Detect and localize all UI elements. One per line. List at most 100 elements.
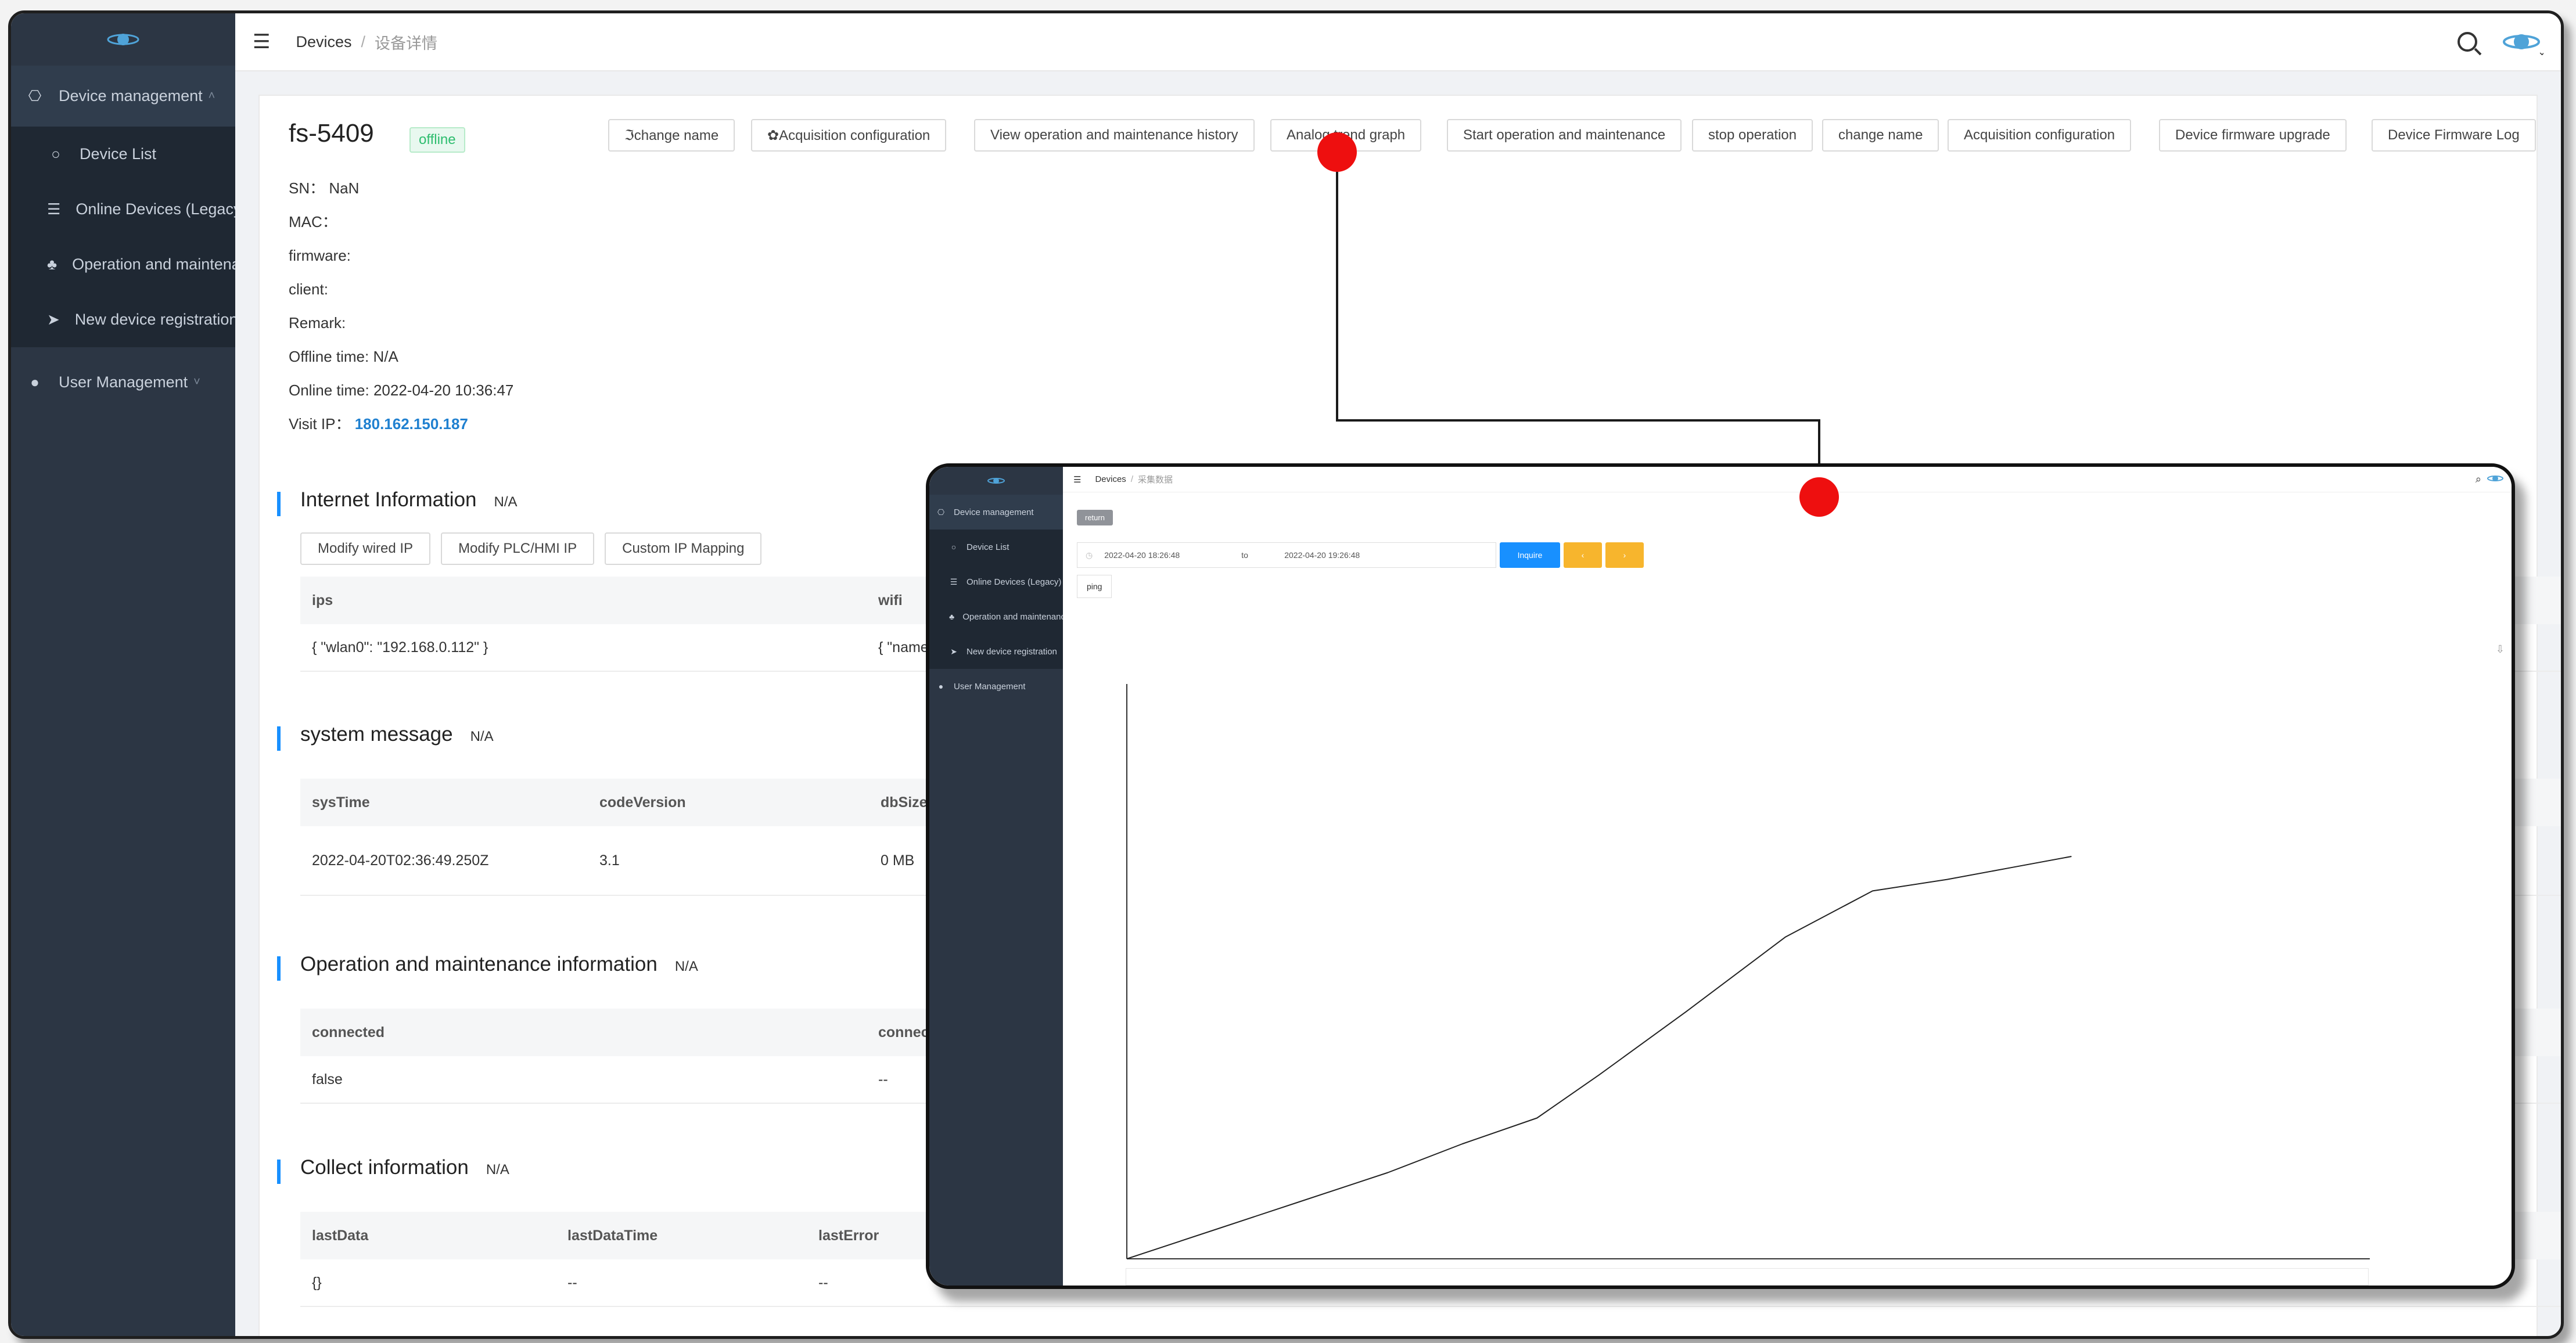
inset-sidebar-item-operation-maintenance[interactable]: ♣ Operation and maintenance xyxy=(929,599,1063,634)
app-logo[interactable] xyxy=(11,13,235,66)
gear-icon: ⎔ xyxy=(28,87,42,105)
inset-sidebar-group-device-management[interactable]: ⎔ Device management xyxy=(929,495,1063,530)
inset-sidebar-item-label: Device List xyxy=(967,542,1009,552)
avatar[interactable]: ⌄ xyxy=(2503,26,2543,57)
inset-sidebar-item-online-devices[interactable]: ☰ Online Devices (Legacy) xyxy=(929,564,1063,599)
column-header: sysTime xyxy=(312,794,370,811)
breadcrumb-current: 设备详情 xyxy=(375,34,438,52)
firmware-upgrade-button[interactable]: Device firmware upgrade xyxy=(2159,119,2347,152)
device-name: fs-5409 xyxy=(289,119,374,147)
column-header: lastError xyxy=(818,1227,879,1244)
annotation-marker-trend-button xyxy=(1317,132,1357,172)
inset-sidebar-group-label: User Management xyxy=(954,681,1026,692)
annotation-connector-horizontal xyxy=(1336,419,1820,422)
top-right-controls: ⌄ xyxy=(2458,26,2543,57)
search-icon[interactable] xyxy=(2458,32,2477,52)
chart-zoom-slider[interactable] xyxy=(1126,1268,2369,1286)
firmware-line: firmware: xyxy=(289,247,351,264)
breadcrumb-separator: / xyxy=(1130,474,1133,484)
section-na: N/A xyxy=(486,1162,509,1178)
inset-breadcrumb-root[interactable]: Devices xyxy=(1095,474,1126,484)
sitemap-icon: ♣ xyxy=(949,612,955,621)
stop-operation-button[interactable]: stop operation xyxy=(1692,119,1813,152)
table-cell: { "wlan0": "192.168.0.112" } xyxy=(312,639,488,656)
sidebar-item-label: New device registration xyxy=(74,311,235,328)
start-maintenance-button[interactable]: Start operation and maintenance xyxy=(1447,119,1682,152)
section-na: N/A xyxy=(674,959,698,974)
section-na: N/A xyxy=(470,729,494,744)
change-name-button[interactable]: ℑchange name xyxy=(608,119,735,152)
table-cell: false xyxy=(312,1071,343,1088)
sidebar-item-label: Operation and maintenance xyxy=(72,255,235,273)
client-line: client: xyxy=(289,280,328,298)
gear-icon: ⎔ xyxy=(937,507,945,517)
sidebar-item-operation-maintenance[interactable]: ♣ Operation and maintenance xyxy=(11,237,235,292)
modify-plc-hmi-ip-button[interactable]: Modify PLC/HMI IP xyxy=(441,532,595,565)
sidebar-group-label: User Management xyxy=(59,373,188,391)
sidebar-item-online-devices[interactable]: ☰ Online Devices (Legacy) xyxy=(11,182,235,237)
sidebar: ⎔ Device management ˄ ○ Device List ☰ On… xyxy=(11,13,235,1336)
trend-series-line xyxy=(1126,856,2072,1259)
offline-time-line: Offline time: N/A xyxy=(289,348,398,365)
sidebar-item-new-device-registration[interactable]: ➤ New device registration xyxy=(11,292,235,347)
chevron-up-icon: ˄ xyxy=(208,89,215,102)
online-time-line: Online time: 2022-04-20 10:36:47 xyxy=(289,381,514,399)
inset-sidebar-item-device-list[interactable]: ○ Device List xyxy=(929,530,1063,564)
change-name-button-2[interactable]: change name xyxy=(1822,119,1939,152)
sidebar-group-user-management[interactable]: ● User Management ˅ xyxy=(11,347,235,417)
top-bar: ☰ Devices / 设备详情 ⌄ xyxy=(235,13,2561,71)
view-maintenance-history-button[interactable]: View operation and maintenance history xyxy=(974,119,1255,152)
circle-icon: ○ xyxy=(51,145,60,163)
firmware-log-button[interactable]: Device Firmware Log xyxy=(2372,119,2536,152)
section-na: N/A xyxy=(494,494,518,510)
svg-text:⌄: ⌄ xyxy=(2538,46,2543,56)
inset-sidebar-group-user-management[interactable]: ● User Management xyxy=(929,669,1063,704)
table-cell: -- xyxy=(567,1274,577,1291)
status-badge: offline xyxy=(409,127,465,153)
inset-sidebar-item-new-device-registration[interactable]: ➤ New device registration xyxy=(929,634,1063,669)
visit-ip-line: Visit IP： 180.162.150.187 xyxy=(289,407,513,441)
menu-toggle-icon[interactable]: ☰ xyxy=(1073,474,1081,485)
list-icon: ☰ xyxy=(47,200,61,218)
menu-toggle-icon[interactable]: ☰ xyxy=(253,30,270,53)
table-cell: 3.1 xyxy=(599,852,620,869)
column-header: lastData xyxy=(312,1227,369,1244)
annotation-connector-vertical xyxy=(1336,172,1338,422)
search-icon[interactable]: ⌕ xyxy=(2476,473,2481,485)
mac-line: MAC： xyxy=(289,213,337,231)
inset-breadcrumb-current: 采集数据 xyxy=(1137,475,1173,485)
sidebar-item-device-list[interactable]: ○ Device List xyxy=(11,127,235,182)
section-title: system message xyxy=(300,723,453,746)
column-header: connected xyxy=(312,1024,385,1040)
send-icon: ➤ xyxy=(47,311,60,328)
remark-line: Remark: xyxy=(289,314,346,332)
device-info: SN： NaN MAC： firmware: client: Remark: O… xyxy=(289,171,513,441)
list-icon: ☰ xyxy=(950,577,958,586)
custom-ip-mapping-button[interactable]: Custom IP Mapping xyxy=(605,532,762,565)
circle-icon: ○ xyxy=(951,542,957,552)
inset-body: return ◷ 2022-04-20 18:26:48 to 2022-04-… xyxy=(1063,492,2512,1286)
visit-ip-link[interactable]: 180.162.150.187 xyxy=(355,415,468,433)
acquisition-configuration-button-2[interactable]: Acquisition configuration xyxy=(1948,119,2132,152)
acquisition-configuration-button[interactable]: ✿Acquisition configuration xyxy=(751,119,947,152)
sidebar-group-label: Device management xyxy=(59,87,203,105)
inset-app-logo[interactable] xyxy=(929,467,1063,495)
trend-chart xyxy=(1126,684,2370,1259)
sitemap-icon: ♣ xyxy=(47,255,58,273)
inset-sidebar: ⎔ Device management ○ Device List ☰ Onli… xyxy=(929,467,1063,1286)
table-cell: {} xyxy=(312,1274,322,1291)
modify-wired-ip-button[interactable]: Modify wired IP xyxy=(300,532,431,565)
table-cell: 2022-04-20T02:36:49.250Z xyxy=(312,852,489,869)
table-cell: -- xyxy=(878,1071,888,1088)
sn-line: SN： NaN xyxy=(289,179,360,197)
column-header: lastDataTime xyxy=(567,1227,658,1244)
avatar[interactable] xyxy=(2487,473,2505,486)
breadcrumb-separator: / xyxy=(361,33,366,51)
column-header: wifi xyxy=(878,592,903,609)
annotation-marker-inset xyxy=(1799,477,1839,517)
user-icon: ● xyxy=(938,682,944,691)
breadcrumb-root[interactable]: Devices xyxy=(296,33,351,51)
sidebar-group-device-management[interactable]: ⎔ Device management ˄ xyxy=(11,66,235,127)
inset-top-bar: ☰ Devices / 采集数据 ⌕ xyxy=(1063,467,2512,492)
visit-ip-label: Visit IP： xyxy=(289,415,351,433)
